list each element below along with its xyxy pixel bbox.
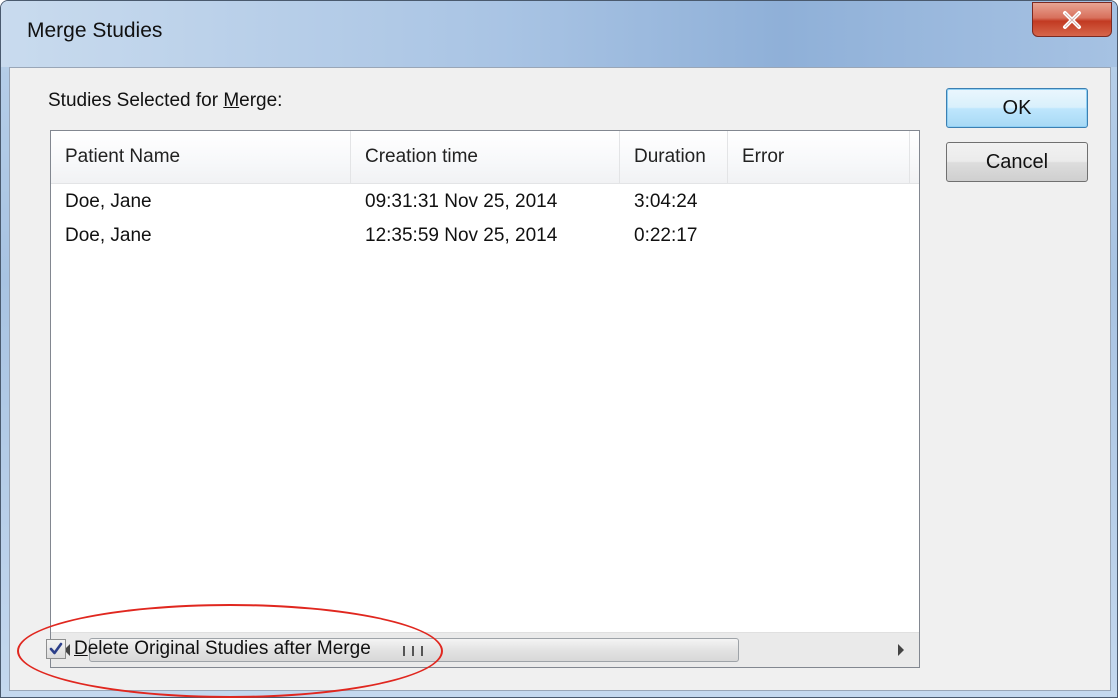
list-item[interactable]: Doe, Jane 12:35:59 Nov 25, 2014 0:22:17 (51, 219, 919, 253)
ok-button[interactable]: OK (946, 88, 1088, 128)
delete-originals-checkbox[interactable] (46, 639, 66, 659)
studies-list-label: Studies Selected for Merge: (48, 90, 282, 112)
delete-originals-label[interactable]: Delete Original Studies after Merge (74, 636, 371, 662)
close-icon (1063, 11, 1081, 29)
studies-label-prefix: Studies Selected for (48, 90, 224, 111)
title-bar[interactable]: Merge Studies (1, 1, 1117, 67)
cell-creation-time: 12:35:59 Nov 25, 2014 (365, 225, 558, 246)
scrollbar-grip-icon (403, 646, 423, 656)
delete-originals-accel: D (74, 638, 88, 659)
studies-label-suffix: erge: (239, 90, 283, 111)
list-item[interactable]: Doe, Jane 09:31:31 Nov 25, 2014 3:04:24 (51, 185, 919, 219)
dialog-body: Studies Selected for Merge: Patient Name… (9, 67, 1111, 691)
cell-duration: 3:04:24 (634, 191, 698, 212)
delete-originals-label-text: elete Original Studies after Merge (87, 638, 371, 659)
cancel-button[interactable]: Cancel (946, 142, 1088, 182)
studies-label-accel: M (223, 90, 240, 111)
cell-error (728, 219, 910, 253)
studies-list[interactable]: Patient Name Creation time Duration Erro… (50, 130, 920, 668)
checkmark-icon (49, 642, 63, 655)
cell-patient-name: Doe, Jane (65, 191, 152, 212)
column-header-error[interactable]: Error (728, 131, 910, 183)
column-header-patient-name[interactable]: Patient Name (51, 131, 351, 183)
column-header-duration[interactable]: Duration (620, 131, 728, 183)
cell-patient-name: Doe, Jane (65, 225, 152, 246)
merge-studies-window: Merge Studies Studies Selected for Merge… (0, 0, 1118, 698)
cell-duration: 0:22:17 (634, 225, 698, 246)
list-header: Patient Name Creation time Duration Erro… (51, 131, 919, 184)
column-header-creation-time[interactable]: Creation time (351, 131, 620, 183)
cell-creation-time: 09:31:31 Nov 25, 2014 (365, 191, 558, 212)
scroll-right-button[interactable] (885, 633, 919, 667)
window-title: Merge Studies (27, 19, 163, 42)
scroll-right-icon (898, 644, 904, 656)
cell-error (728, 185, 910, 219)
close-button[interactable] (1032, 2, 1112, 37)
